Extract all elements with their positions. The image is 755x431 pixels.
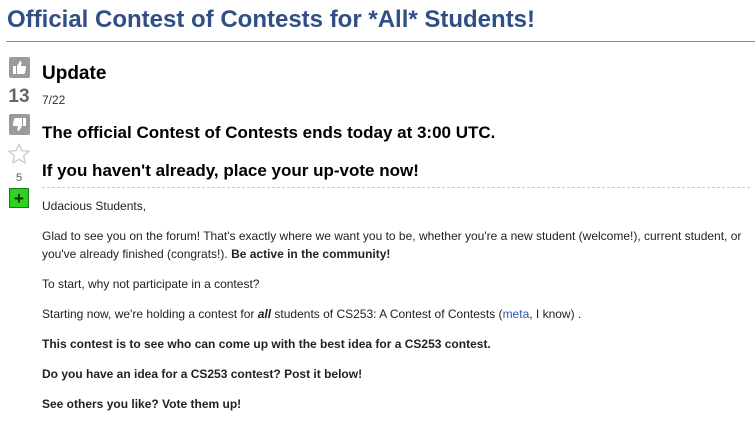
paragraph-vote: See others you like? Vote them up! (42, 397, 242, 411)
paragraph-contest: Starting now, we're holding a contest fo… (42, 305, 750, 323)
paragraph-idea: Do you have an idea for a CS253 contest?… (42, 367, 363, 381)
thumbs-up-icon (13, 61, 27, 74)
update-heading: Update (42, 63, 107, 84)
page-title: Official Contest of Contests for *All* S… (7, 6, 536, 33)
contest-ends-heading: The official Contest of Contests ends to… (42, 123, 496, 142)
plus-icon: + (14, 188, 24, 208)
favorite-count: 5 (15, 172, 23, 184)
paragraph-purpose: This contest is to see who can come up w… (42, 337, 491, 351)
greeting: Udacious Students, (42, 199, 147, 213)
paragraph-welcome: Glad to see you on the forum! That's exa… (42, 227, 750, 263)
dashed-divider (42, 187, 750, 188)
post-body: Udacious Students, Glad to see you on th… (42, 197, 750, 413)
star-icon[interactable] (7, 142, 31, 166)
welcome-text: Glad to see you on the forum! That's exa… (42, 229, 742, 261)
vote-score: 13 (8, 86, 30, 107)
contest-text-a: Starting now, we're holding a contest fo… (42, 307, 258, 321)
update-date: 7/22 (42, 93, 66, 107)
add-button[interactable]: + (9, 188, 29, 208)
thumbs-down-icon (12, 118, 26, 131)
welcome-bold: Be active in the community! (231, 247, 391, 261)
paragraph-start: To start, why not participate in a conte… (42, 277, 260, 291)
title-divider (6, 41, 755, 42)
vote-reminder-heading: If you haven't already, place your up-vo… (42, 161, 419, 180)
post-content: Update 7/22 The official Contest of Cont… (42, 62, 750, 413)
contest-text-c: , I know) . (529, 307, 582, 321)
meta-link[interactable]: meta (503, 307, 530, 321)
downvote-button[interactable] (9, 114, 30, 135)
contest-emphasis: all (257, 307, 272, 321)
contest-text-b: students of CS253: A Contest of Contests… (271, 307, 503, 321)
upvote-button[interactable] (9, 57, 30, 78)
